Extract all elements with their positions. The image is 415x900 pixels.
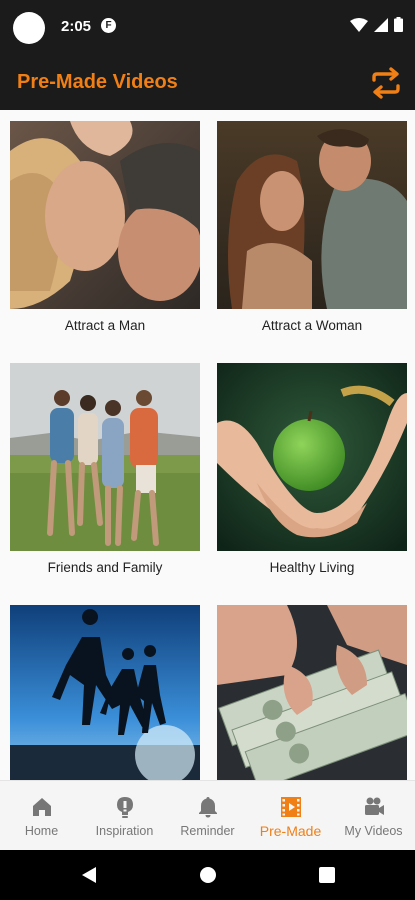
nav-label: Pre-Made (259, 823, 322, 839)
status-time: 2:05 (61, 18, 92, 35)
nav-item-reminder[interactable]: Reminder (166, 781, 249, 850)
nav-label: Reminder (180, 824, 235, 838)
video-grid: Attract a Man Attract a Woman Friends an… (0, 110, 415, 780)
sync-icon[interactable] (369, 67, 403, 99)
wifi-icon (350, 17, 368, 32)
nav-label: Home (24, 824, 59, 838)
cell-signal-icon (374, 17, 388, 32)
video-thumbnail[interactable] (10, 121, 200, 309)
bell-icon (198, 797, 217, 818)
nav-item-home[interactable]: Home (0, 781, 83, 850)
bottom-nav: Home Inspiration Reminder Pre-Made My Vi… (0, 780, 415, 850)
back-icon[interactable] (80, 865, 98, 885)
system-navigation-bar (0, 850, 415, 900)
video-thumbnail[interactable] (10, 605, 200, 780)
video-card-attract-a-woman[interactable]: Attract a Woman (217, 121, 407, 333)
status-bar: 2:05 F (0, 0, 415, 56)
nav-label: My Videos (344, 824, 403, 838)
nav-item-my-videos[interactable]: My Videos (332, 781, 415, 850)
video-card-running[interactable] (10, 605, 200, 780)
nav-item-pre-made[interactable]: Pre-Made (249, 781, 332, 850)
video-card-title: Attract a Woman (261, 318, 363, 333)
film-icon (280, 797, 301, 817)
video-thumbnail[interactable] (217, 605, 407, 780)
lightbulb-icon (116, 797, 133, 818)
battery-icon (394, 17, 403, 32)
video-camera-icon (364, 797, 384, 815)
notification-badge: F (101, 18, 116, 33)
nav-label: Inspiration (95, 824, 154, 838)
page-title: Pre-Made Videos (17, 71, 178, 93)
home-circle-icon[interactable] (199, 865, 217, 885)
video-thumbnail[interactable] (217, 121, 407, 309)
nav-item-inspiration[interactable]: Inspiration (83, 781, 166, 850)
camera-cutout (13, 12, 45, 44)
status-icons (350, 17, 403, 32)
video-thumbnail[interactable] (217, 363, 407, 551)
video-card-friends-and-family[interactable]: Friends and Family (10, 363, 200, 575)
video-card-attract-a-man[interactable]: Attract a Man (10, 121, 200, 333)
video-card-money[interactable] (217, 605, 407, 780)
video-card-title: Healthy Living (269, 560, 355, 575)
home-icon (32, 798, 51, 816)
video-card-title: Attract a Man (64, 318, 146, 333)
recents-icon[interactable] (318, 865, 336, 885)
video-thumbnail[interactable] (10, 363, 200, 551)
video-card-title: Friends and Family (47, 560, 163, 575)
video-card-healthy-living[interactable]: Healthy Living (217, 363, 407, 575)
app-bar: Pre-Made Videos (0, 56, 415, 110)
